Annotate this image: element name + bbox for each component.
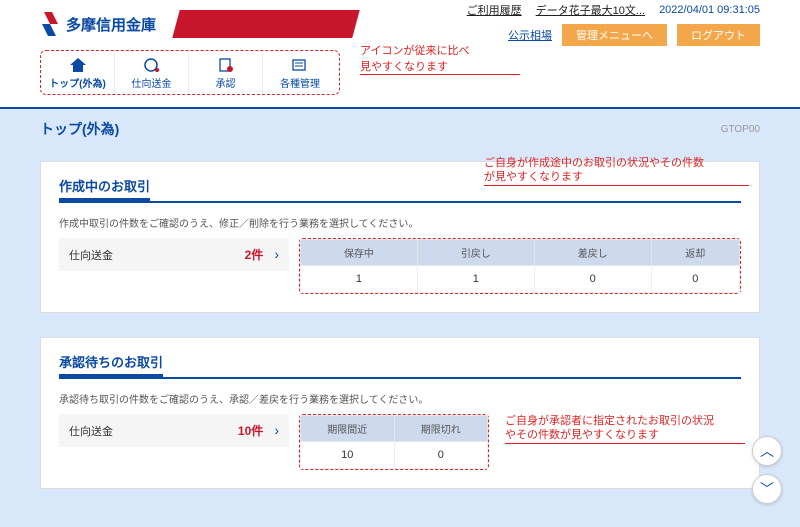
row-remittance[interactable]: 仕向送金 10件 › [59, 414, 289, 447]
nav-label: 承認 [216, 79, 236, 90]
page-code: GTOP00 [721, 124, 760, 135]
nav-label: 各種管理 [280, 79, 320, 90]
logo-mark-icon [40, 10, 62, 38]
card-creating: ご自身が作成途中のお取引の状況やその件数 が見やすくなります 作成中のお取引 作… [40, 161, 760, 313]
chevron-up-icon: ︿ [760, 441, 774, 461]
td: 0 [651, 266, 739, 293]
th: 期限切れ [394, 416, 488, 442]
user-link[interactable]: データ花子最大10文... [536, 2, 645, 18]
th: 返却 [651, 240, 739, 266]
bank-logo: 多摩信用金庫 [40, 10, 156, 38]
card-title: 承認待ちのお取引 [59, 352, 163, 377]
td: 10 [301, 442, 395, 469]
logout-button[interactable]: ログアウト [677, 24, 760, 46]
chevron-right-icon: › [274, 422, 279, 438]
td: 0 [394, 442, 488, 469]
card-approval: 承認待ちのお取引 承認待ち取引の件数をご確認のうえ、承認／差戻を行う業務を選択し… [40, 337, 760, 489]
row-label: 仕向送金 [69, 423, 113, 439]
annotation-icons: アイコンが従来に比べ 見やすくなります [360, 42, 520, 75]
history-link[interactable]: ご利用履歴 [467, 2, 522, 18]
td: 1 [301, 266, 418, 293]
th: 引戻し [417, 240, 534, 266]
nav-remittance[interactable]: 仕向送金 [115, 51, 189, 94]
annotation-creating: ご自身が作成途中のお取引の状況やその件数 が見やすくなります [484, 156, 749, 186]
td: 0 [534, 266, 651, 293]
scroll-up-button[interactable]: ︿ [752, 436, 782, 466]
admin-menu-button[interactable]: 管理メニューへ [562, 24, 667, 46]
main-nav: トップ(外為) 仕向送金 承認 各種管理 [40, 50, 340, 95]
nav-label: 仕向送金 [132, 79, 172, 90]
td: 1 [417, 266, 534, 293]
approval-icon [217, 57, 235, 73]
row-count: 2件 [245, 248, 264, 262]
timestamp: 2022/04/01 09:31:05 [659, 4, 760, 16]
bank-name: 多摩信用金庫 [66, 14, 156, 35]
home-icon [69, 57, 87, 73]
annotation-approval: ご自身が承認者に指定されたお取引の状況 やその件数が見やすくなります [505, 414, 745, 444]
nav-settings[interactable]: 各種管理 [263, 51, 337, 94]
nav-top[interactable]: トップ(外為) [41, 51, 115, 94]
settings-icon [291, 57, 309, 73]
status-table: 保存中 引戻し 差戻し 返却 1 1 0 0 [299, 238, 741, 294]
card-title: 作成中のお取引 [59, 176, 150, 201]
chevron-right-icon: › [274, 246, 279, 262]
chevron-down-icon: ﹀ [760, 479, 774, 499]
card-desc: 承認待ち取引の件数をご確認のうえ、承認／差戻を行う業務を選択してください。 [59, 391, 741, 406]
card-desc: 作成中取引の件数をご確認のうえ、修正／削除を行う業務を選択してください。 [59, 215, 741, 230]
remittance-icon [143, 57, 161, 73]
th: 期限間近 [301, 416, 395, 442]
row-count: 10件 [238, 424, 263, 438]
row-remittance[interactable]: 仕向送金 2件 › [59, 238, 289, 271]
notice-link[interactable]: 公示相場 [508, 27, 552, 43]
status-table: 期限間近 期限切れ 10 0 [299, 414, 489, 470]
row-label: 仕向送金 [69, 247, 113, 263]
nav-label: トップ(外為) [49, 79, 106, 90]
header-accent-bar [172, 10, 360, 38]
nav-approval[interactable]: 承認 [189, 51, 263, 94]
scroll-down-button[interactable]: ﹀ [752, 474, 782, 504]
th: 差戻し [534, 240, 651, 266]
page-title: トップ(外為) [40, 119, 119, 139]
th: 保存中 [301, 240, 418, 266]
